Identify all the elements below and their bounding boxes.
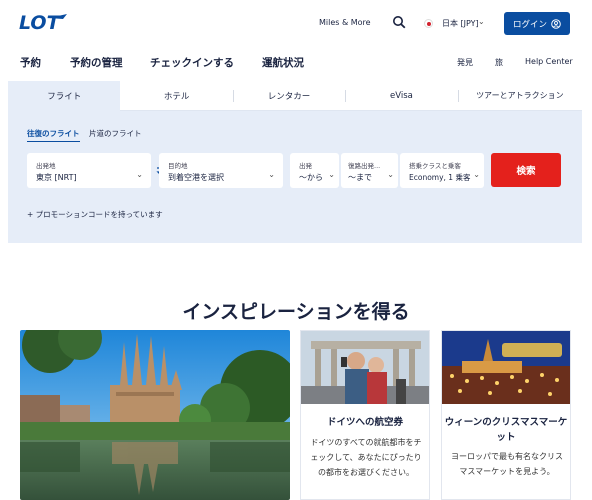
language-selector[interactable]: 日本 [JPY] (442, 18, 479, 29)
from-field[interactable]: 出発地 東京 [NRT] ⌄ (27, 153, 151, 188)
chevron-down-icon: ⌄ (268, 170, 275, 179)
germany-card-title: ドイツへの航空券 (326, 417, 403, 428)
nav-item-manage[interactable]: 予約の管理 (70, 55, 123, 70)
vienna-card-text: ヨーロッパで最も有名なクリスマスマーケットを見よう。 (451, 452, 563, 476)
from-label: 出発地 (36, 162, 56, 170)
return-date-field[interactable]: 復路出発... 〜まで ⌄ (341, 153, 398, 188)
to-field[interactable]: 目的地 到着空港を選択 ⌄ (159, 153, 283, 188)
depart-date-field[interactable]: 出発 〜から ⌄ (290, 153, 339, 188)
chevron-down-icon: ⌄ (328, 170, 335, 179)
to-value: 到着空港を選択 (168, 173, 224, 182)
miles-and-more-link[interactable]: Miles & More (319, 18, 371, 27)
depart-value: 〜から (299, 173, 323, 182)
cabin-passengers-field[interactable]: 搭乗クラスと乗客 Economy, 1 乗客 ⌄ (400, 153, 484, 188)
trip-type-round[interactable]: 往復のフライト (27, 128, 80, 142)
cabin-value: Economy, 1 乗客 (409, 173, 471, 182)
chevron-down-icon: ⌄ (473, 170, 480, 179)
vienna-card-title: ウィーンのクリスマスマーケット (444, 417, 568, 443)
inspiration-title: インスピレーションを得る (182, 301, 410, 323)
tab-evisa[interactable]: eVisa (345, 81, 458, 111)
nav-item-discover[interactable]: 発見 (457, 57, 473, 68)
search-button[interactable]: 検索 (491, 153, 561, 187)
nav-item-flight-status[interactable]: 運航状況 (262, 55, 304, 70)
promo-code-link[interactable]: + プロモーションコードを持っています (27, 209, 163, 220)
svg-text:LOT: LOT (19, 12, 62, 32)
japan-flag-icon (424, 19, 433, 28)
chevron-down-icon: ⌄ (387, 170, 394, 179)
return-label: 復路出発... (348, 162, 381, 170)
login-button[interactable]: ログイン (504, 12, 570, 35)
to-label: 目的地 (168, 162, 188, 170)
top-bar: LOT Miles & More 日本 [JPY] ⌄ ログイン (0, 0, 592, 46)
nav-item-checkin[interactable]: チェックインする (150, 55, 234, 70)
login-label: ログイン (512, 19, 547, 30)
nav-item-help-center[interactable]: Help Center (525, 57, 573, 66)
brandenburg-gate-image (301, 331, 429, 404)
sagrada-familia-image (20, 330, 290, 500)
chevron-down-icon: ⌄ (136, 170, 143, 179)
tab-car-rental[interactable]: レンタカー (232, 81, 346, 111)
booking-panel: フライト ホテル レンタカー eVisa ツアーとアトラクション 往復のフライト… (8, 81, 583, 243)
nav-item-book[interactable]: 予約 (20, 55, 41, 70)
depart-label: 出発 (299, 162, 312, 170)
chevron-down-icon[interactable]: ⌄ (478, 17, 485, 26)
from-value: 東京 [NRT] (36, 173, 77, 182)
cabin-label: 搭乗クラスと乗客 (409, 162, 461, 170)
nav-item-travel[interactable]: 旅 (495, 57, 503, 68)
tab-hotels[interactable]: ホテル (120, 81, 233, 111)
user-icon (551, 18, 561, 29)
germany-card-text: ドイツのすべての就航都市をチェックして、あなたにぴったりの都市をお選びください。 (310, 438, 422, 477)
lot-logo[interactable]: LOT (19, 12, 71, 32)
tab-flights[interactable]: フライト (8, 81, 121, 111)
germany-flights-card[interactable]: ドイツへの航空券 ドイツのすべての就航都市をチェックして、あなたにぴったりの都市… (300, 330, 430, 500)
tab-tours[interactable]: ツアーとアトラクション (457, 81, 583, 111)
return-value: 〜まで (348, 173, 372, 182)
main-nav: 予約 予約の管理 チェックインする 運航状況 発見 旅 Help Center (0, 50, 592, 74)
booking-tabs: フライト ホテル レンタカー eVisa ツアーとアトラクション (8, 81, 583, 111)
trip-type-oneway[interactable]: 片道のフライト (89, 128, 142, 139)
vienna-christmas-card[interactable]: ウィーンのクリスマスマーケット ヨーロッパで最も有名なクリスマスマーケットを見よ… (441, 330, 571, 500)
christmas-market-image (442, 331, 570, 404)
barcelona-card[interactable] (20, 330, 290, 500)
search-icon[interactable] (392, 15, 406, 29)
